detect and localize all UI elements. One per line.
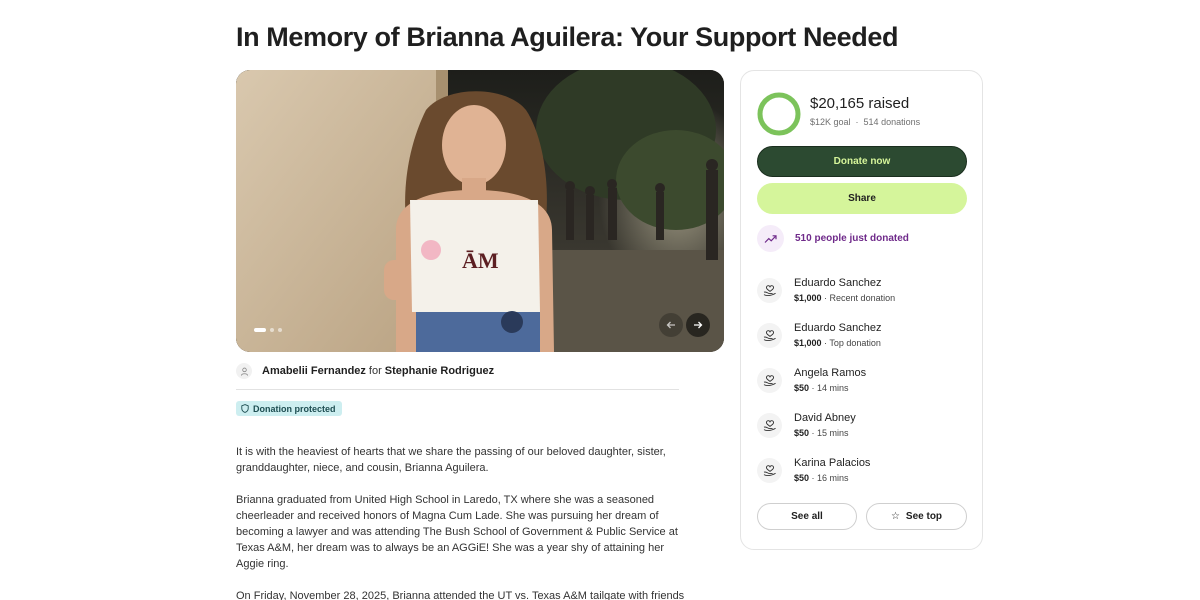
separator: · [855, 117, 859, 127]
donation-detail: · 16 mins [811, 473, 849, 483]
donation-meta: $50 · 16 mins [794, 473, 870, 484]
donation-item: David Abney $50 · 15 mins [757, 412, 856, 439]
goal-amount: $12K goal [810, 117, 851, 127]
see-top-button[interactable]: ☆ See top [866, 503, 967, 530]
beneficiary-name[interactable]: Stephanie Rodriguez [385, 365, 494, 377]
story-paragraph: It is with the heaviest of hearts that w… [236, 446, 666, 474]
donation-amount: $1,000 [794, 293, 822, 303]
donation-detail: · Recent donation [824, 293, 896, 303]
organizer-for-label: for [368, 365, 382, 377]
donor-name: Angela Ramos [794, 367, 867, 379]
donation-item: Angela Ramos $50 · 14 mins [757, 367, 866, 394]
donation-detail: · Top donation [824, 338, 881, 348]
donation-meta: $1,000 · Recent donation [794, 293, 895, 304]
heart-hand-icon [757, 323, 782, 348]
story-paragraph: Brianna graduated from United High Schoo… [236, 494, 678, 570]
donation-item: Eduardo Sanchez $1,000 · Top donation [757, 322, 881, 349]
donation-amount: $1,000 [794, 338, 822, 348]
donation-count: 514 donations [863, 117, 921, 127]
donation-amount: $50 [794, 473, 810, 483]
svg-text:ĀM: ĀM [462, 248, 499, 273]
donor-name: Eduardo Sanchez [794, 322, 882, 334]
heart-hand-icon [757, 278, 782, 303]
recent-activity: 510 people just donated [757, 225, 909, 252]
heart-hand-icon [757, 458, 782, 483]
donor-name: Eduardo Sanchez [794, 277, 882, 289]
see-top-label: See top [905, 511, 943, 522]
heart-hand-icon [757, 368, 782, 393]
campaign-story: It is with the heaviest of hearts that w… [236, 444, 686, 600]
arrow-right-icon [694, 321, 703, 329]
donation-sidebar-card: $20,165 raised $12K goal · 514 donations D… [740, 70, 983, 550]
arrow-left-icon [666, 321, 675, 329]
carousel-next-button[interactable] [686, 313, 710, 337]
carousel-dot-active[interactable] [254, 328, 266, 332]
goal-and-count: $12K goal · 514 donations [810, 117, 920, 127]
campaign-image[interactable]: ĀM [236, 70, 724, 352]
star-icon: ☆ [890, 511, 900, 522]
progress-ring [757, 92, 801, 136]
donor-name: David Abney [794, 412, 856, 424]
divider [236, 389, 679, 390]
organizer-name[interactable]: Amabelii Fernandez [262, 365, 366, 377]
badge-label: Donation protected [253, 403, 336, 414]
heart-hand-icon [757, 413, 782, 438]
person-icon [236, 363, 252, 379]
donation-meta: $50 · 15 mins [794, 428, 856, 439]
donation-detail: · 15 mins [811, 428, 849, 438]
donate-now-button[interactable]: Donate now [757, 146, 967, 177]
trending-up-icon [757, 225, 784, 252]
carousel-indicators [254, 328, 282, 332]
donation-meta: $50 · 14 mins [794, 383, 866, 394]
amount-raised: $20,165 raised [810, 95, 910, 112]
donation-protected-badge[interactable]: Donation protected [236, 401, 342, 416]
donation-amount: $50 [794, 383, 810, 393]
recent-donors-text: 510 people just donated [795, 233, 909, 244]
donation-item: Karina Palacios $50 · 16 mins [757, 457, 870, 484]
see-all-button[interactable]: See all [757, 503, 857, 530]
donor-name: Karina Palacios [794, 457, 871, 469]
carousel-dot[interactable] [270, 328, 274, 332]
carousel-dot[interactable] [278, 328, 282, 332]
organizer-line: Amabelii Fernandez for Stephanie Rodrigu… [236, 362, 494, 380]
story-paragraph: On Friday, November 28, 2025, Brianna at… [236, 590, 685, 600]
page-title: In Memory of Brianna Aguilera: Your Supp… [236, 22, 899, 52]
donation-item: Eduardo Sanchez $1,000 · Recent donation [757, 277, 895, 304]
carousel-prev-button[interactable] [659, 313, 683, 337]
share-button[interactable]: Share [757, 183, 967, 214]
donation-meta: $1,000 · Top donation [794, 338, 881, 349]
shield-icon [241, 404, 249, 413]
donation-detail: · 14 mins [811, 383, 849, 393]
campaign-photo: ĀM [236, 70, 724, 352]
donation-amount: $50 [794, 428, 810, 438]
